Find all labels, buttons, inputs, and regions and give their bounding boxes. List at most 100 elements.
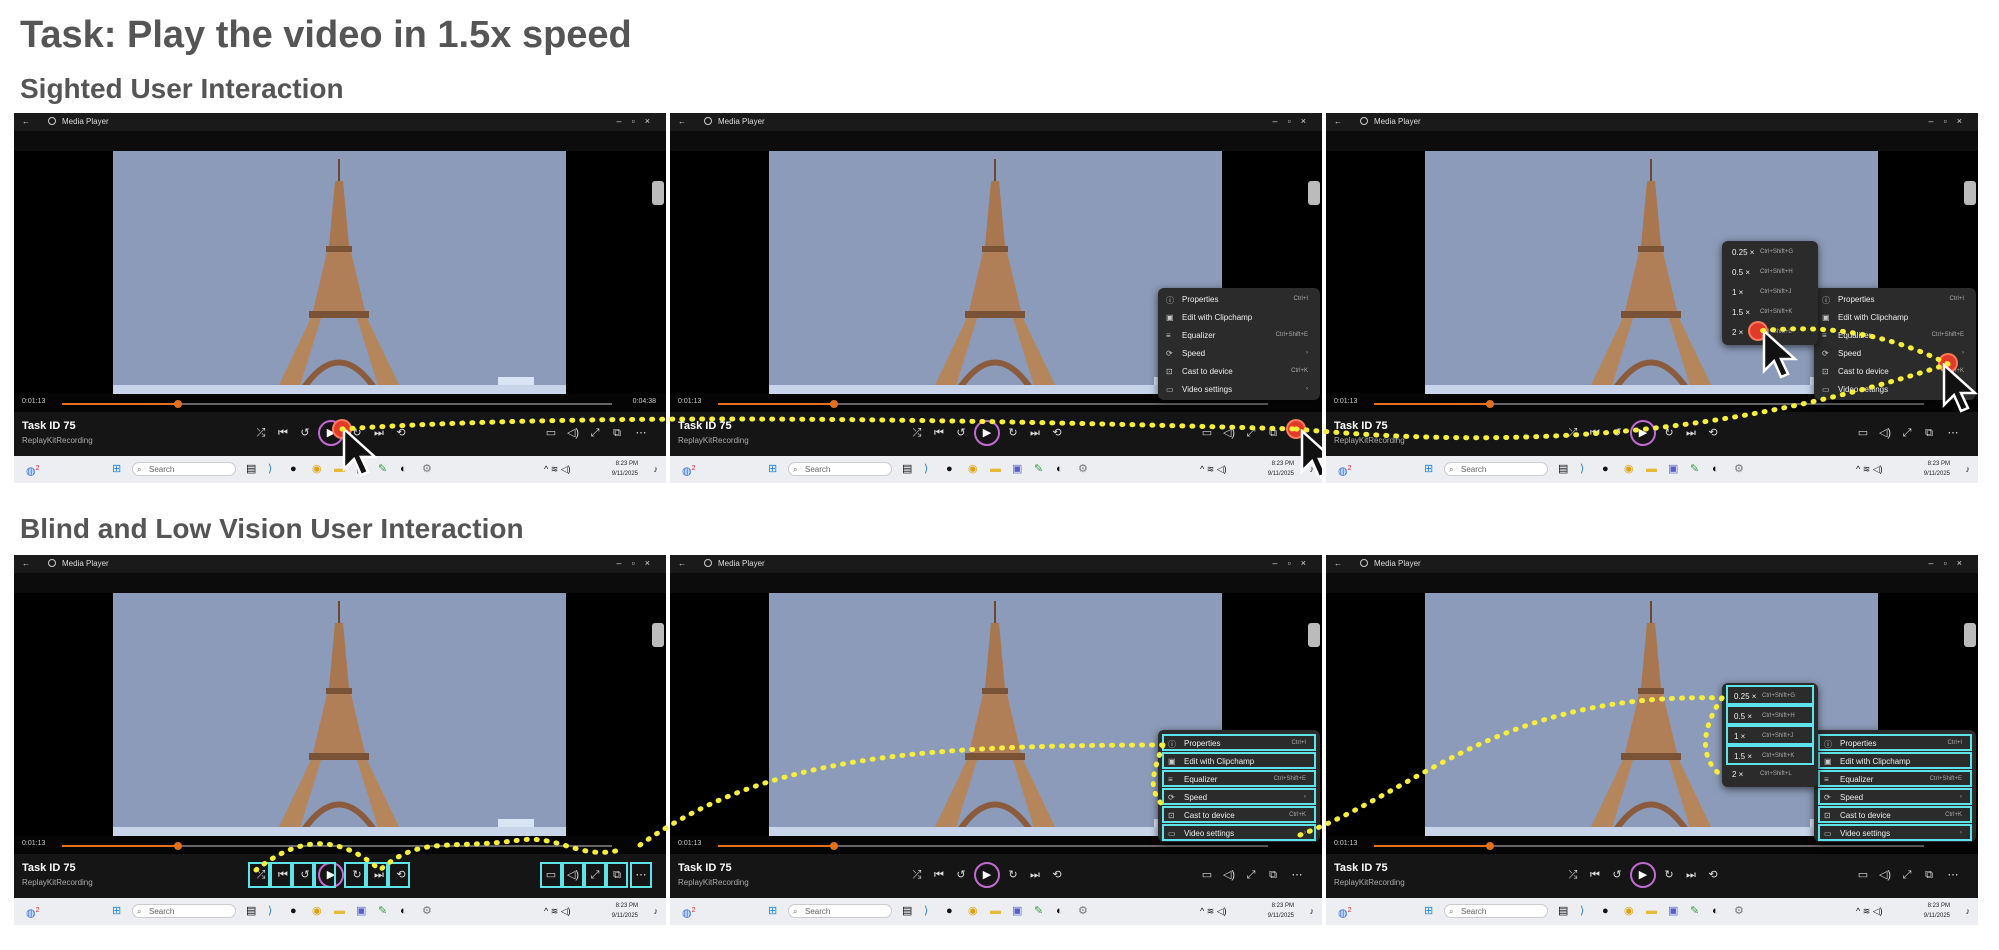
mini-player-icon[interactable]: ⧉ <box>1922 426 1936 440</box>
notes-icon[interactable]: ✎ <box>1690 904 1699 918</box>
taskbar-clock[interactable]: 8:23 PM 9/11/2025 <box>1268 901 1294 921</box>
mini-view-icon[interactable] <box>1964 181 1976 205</box>
seek-track[interactable] <box>1374 842 1924 850</box>
settings-icon[interactable]: ⚙ <box>1734 904 1744 918</box>
menu-item-video-settings[interactable]: ▭ Video settings › <box>1162 824 1316 841</box>
shuffle-icon[interactable]: ⤮ <box>254 426 268 440</box>
mini-view-icon[interactable] <box>1308 623 1320 647</box>
media-player-icon[interactable]: ◐ <box>1056 904 1063 918</box>
window-buttons[interactable]: –▫× <box>617 116 660 126</box>
back-arrow-icon[interactable]: ← <box>22 117 30 126</box>
volume-icon[interactable]: ◁) <box>1878 868 1892 882</box>
mini-view-icon[interactable] <box>652 623 664 647</box>
next-icon[interactable]: ⏭ <box>1684 868 1698 882</box>
more-options-icon[interactable]: ⋯ <box>1290 868 1304 882</box>
menu-item-video-settings[interactable]: ▭ Video settings › <box>1818 824 1972 841</box>
media-player-icon[interactable]: ◐ <box>1712 462 1719 476</box>
next-icon[interactable]: ⏭ <box>1028 868 1042 882</box>
folder-icon[interactable]: ▬ <box>334 904 345 918</box>
play-button[interactable]: ▶ <box>974 420 1000 446</box>
widgets-icon[interactable]: ◍2 <box>1338 904 1352 921</box>
menu-item-speed[interactable]: ⟳ Speed › <box>1162 788 1316 805</box>
system-tray-icons[interactable]: ^ ≋ ◁) <box>544 462 571 476</box>
fullscreen-icon[interactable]: ⤢ <box>1244 868 1258 882</box>
chrome-icon[interactable]: ◉ <box>312 462 322 476</box>
video-area[interactable] <box>113 593 566 836</box>
teams-icon[interactable]: ▣ <box>1668 462 1678 476</box>
media-player-icon[interactable]: ◐ <box>1056 462 1063 476</box>
start-icon[interactable]: ⊞ <box>112 904 121 918</box>
notification-bell-icon[interactable]: ♪ <box>1310 904 1315 918</box>
notes-icon[interactable]: ✎ <box>1690 462 1699 476</box>
forward-30-icon[interactable]: ↻ <box>1662 868 1676 882</box>
speed-option[interactable]: 1.5 × Ctrl+Shift+K <box>1726 303 1814 323</box>
vscode-icon[interactable]: ⟩ <box>268 462 272 476</box>
menu-item-edit-with-clipchamp[interactable]: ▣ Edit with Clipchamp <box>1162 310 1316 327</box>
next-icon[interactable]: ⏭ <box>1684 426 1698 440</box>
captions-icon[interactable]: ▭ <box>544 426 558 440</box>
taskbar-search[interactable]: ⌕ Search <box>1444 462 1548 476</box>
seek-thumb[interactable] <box>829 842 838 850</box>
media-player-icon[interactable]: ◐ <box>400 904 407 918</box>
more-options-icon[interactable]: ⋯ <box>634 426 648 440</box>
system-tray-icons[interactable]: ^ ≋ ◁) <box>1856 904 1883 918</box>
notes-icon[interactable]: ✎ <box>1034 904 1043 918</box>
menu-item-equalizer[interactable]: ≡ Equalizer Ctrl+Shift+E <box>1162 770 1316 787</box>
speed-option[interactable]: 2 × Ctrl+Shift+L <box>1726 765 1814 785</box>
settings-icon[interactable]: ⚙ <box>1078 462 1088 476</box>
taskbar-clock[interactable]: 8:23 PM 9/11/2025 <box>612 459 638 479</box>
back-arrow-icon[interactable]: ← <box>1334 559 1342 568</box>
settings-icon[interactable]: ⚙ <box>1734 462 1744 476</box>
menu-item-properties[interactable]: ⓘ Properties Ctrl+I <box>1818 734 1972 751</box>
widgets-icon[interactable]: ◍2 <box>682 904 696 921</box>
seek-track[interactable] <box>718 842 1268 850</box>
repeat-icon[interactable]: ⟲ <box>1050 868 1064 882</box>
window-buttons[interactable]: –▫× <box>1273 116 1316 126</box>
menu-item-edit-with-clipchamp[interactable]: ▣ Edit with Clipchamp <box>1818 310 1972 327</box>
start-icon[interactable]: ⊞ <box>1424 904 1433 918</box>
video-area[interactable] <box>113 151 566 394</box>
system-tray-icons[interactable]: ^ ≋ ◁) <box>1200 904 1227 918</box>
rewind-10-icon[interactable]: ↺ <box>954 868 968 882</box>
chrome-icon[interactable]: ◉ <box>968 904 978 918</box>
menu-item-speed[interactable]: ⟳ Speed › <box>1818 788 1972 805</box>
repeat-icon[interactable]: ⟲ <box>1050 426 1064 440</box>
seek-track[interactable] <box>62 842 612 850</box>
folder-icon[interactable]: ▬ <box>1646 462 1657 476</box>
captions-icon[interactable]: ▭ <box>1200 868 1214 882</box>
system-tray-icons[interactable]: ^ ≋ ◁) <box>1856 462 1883 476</box>
taskbar-clock[interactable]: 8:23 PM 9/11/2025 <box>1924 459 1950 479</box>
taskbar-search[interactable]: ⌕ Search <box>132 462 236 476</box>
seek-thumb[interactable] <box>1485 400 1494 408</box>
more-options-icon[interactable]: ⋯ <box>1946 868 1960 882</box>
menu-item-video-settings[interactable]: ▭ Video settings › <box>1162 382 1316 399</box>
window-buttons[interactable]: –▫× <box>617 558 660 568</box>
menu-item-properties[interactable]: ⓘ Properties Ctrl+I <box>1162 292 1316 309</box>
seek-thumb[interactable] <box>829 400 838 408</box>
menu-item-edit-with-clipchamp[interactable]: ▣ Edit with Clipchamp <box>1818 752 1972 769</box>
captions-icon[interactable]: ▭ <box>1856 868 1870 882</box>
folder-icon[interactable]: ▬ <box>990 462 1001 476</box>
menu-item-properties[interactable]: ⓘ Properties Ctrl+I <box>1162 734 1316 751</box>
media-player-icon[interactable]: ◐ <box>1712 904 1719 918</box>
settings-icon[interactable]: ⚙ <box>1078 904 1088 918</box>
previous-icon[interactable]: ⏮ <box>1588 426 1602 440</box>
mini-player-icon[interactable]: ⧉ <box>1922 868 1936 882</box>
teams-icon[interactable]: ▣ <box>1012 462 1022 476</box>
mini-player-icon[interactable]: ⧉ <box>610 426 624 440</box>
menu-item-speed[interactable]: ⟳ Speed › <box>1162 346 1316 363</box>
github-icon[interactable]: ● <box>290 462 297 476</box>
seek-thumb[interactable] <box>173 400 182 408</box>
vscode-icon[interactable]: ⟩ <box>924 462 928 476</box>
speed-option[interactable]: 1 × Ctrl+Shift+J <box>1726 283 1814 303</box>
notification-bell-icon[interactable]: ♪ <box>1310 462 1315 476</box>
system-tray-icons[interactable]: ^ ≋ ◁) <box>1200 462 1227 476</box>
back-arrow-icon[interactable]: ← <box>678 559 686 568</box>
fullscreen-icon[interactable]: ⤢ <box>588 426 602 440</box>
seek-thumb[interactable] <box>1485 842 1494 850</box>
video-area[interactable] <box>769 151 1222 394</box>
notification-bell-icon[interactable]: ♪ <box>654 904 659 918</box>
more-options-icon[interactable]: ⋯ <box>1946 426 1960 440</box>
seek-track[interactable] <box>1374 400 1924 408</box>
task-view-icon[interactable]: ▤ <box>902 904 912 918</box>
